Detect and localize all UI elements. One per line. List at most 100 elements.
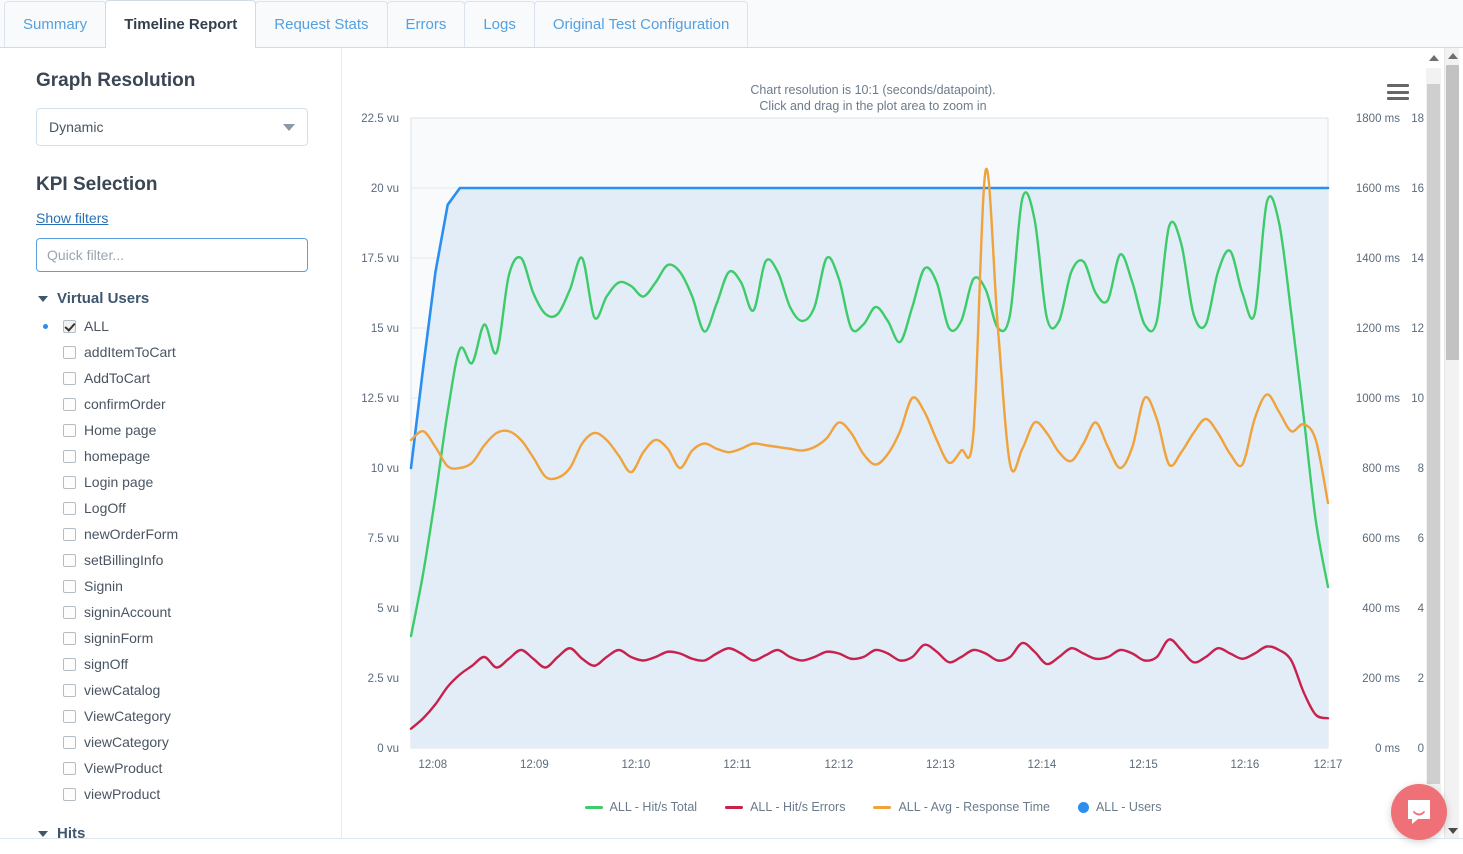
kpi-checkbox[interactable] — [63, 345, 76, 359]
y-axis-tick-label-ms: 600 ms — [1362, 533, 1400, 545]
tab-logs[interactable]: Logs — [464, 1, 535, 47]
kpi-item-viewproduct[interactable]: viewProduct — [36, 781, 306, 807]
chat-bubble-icon — [1408, 800, 1430, 824]
kpi-item-label: Home page — [84, 422, 157, 438]
kpi-checkbox[interactable] — [63, 319, 76, 333]
kpi-item-additemtocart[interactable]: addItemToCart — [36, 339, 306, 365]
kpi-checkbox[interactable] — [63, 397, 76, 411]
kpi-checkbox[interactable] — [63, 371, 76, 385]
kpi-item-neworderform[interactable]: newOrderForm — [36, 521, 306, 547]
kpi-item-viewcatalog[interactable]: viewCatalog — [36, 677, 306, 703]
y-axis-tick-label-vu: 12.5 vu — [361, 393, 399, 405]
chart-legend: ALL - Hit/s Total ALL - Hit/s Errors ALL -… — [343, 800, 1403, 814]
y-axis-tick-label-vu: 22.5 vu — [361, 113, 399, 125]
tab-original-test-configuration[interactable]: Original Test Configuration — [533, 1, 749, 47]
kpi-group-hits[interactable]: Hits — [38, 825, 306, 838]
kpi-item-label: AddToCart — [84, 370, 151, 386]
kpi-group-virtual-users[interactable]: Virtual Users — [38, 290, 306, 307]
series-area-users — [411, 188, 1328, 748]
y-axis-tick-label-ms: 400 ms — [1362, 603, 1400, 615]
kpi-item-label: setBillingInfo — [84, 552, 164, 568]
kpi-item-viewcategory[interactable]: viewCategory — [36, 729, 306, 755]
tab-timeline-report[interactable]: Timeline Report — [105, 0, 257, 48]
kpi-item-signinaccount[interactable]: signinAccount — [36, 599, 306, 625]
kpi-checkbox[interactable] — [63, 449, 76, 463]
chart-scroll-up-arrow[interactable] — [1426, 50, 1441, 65]
kpi-item-setbillinginfo[interactable]: setBillingInfo — [36, 547, 306, 573]
kpi-checkbox[interactable] — [63, 761, 76, 775]
quick-filter-input[interactable] — [36, 238, 308, 272]
chat-widget-button[interactable] — [1391, 784, 1447, 840]
kpi-item-viewproduct[interactable]: ViewProduct — [36, 755, 306, 781]
graph-resolution-title: Graph Resolution — [36, 70, 196, 91]
kpi-item-confirmorder[interactable]: confirmOrder — [36, 391, 306, 417]
kpi-checkbox[interactable] — [63, 553, 76, 567]
y-axis-tick-label-hits: 2 — [1418, 673, 1424, 685]
kpi-item-addtocart[interactable]: AddToCart — [36, 365, 306, 391]
kpi-checkbox[interactable] — [63, 709, 76, 723]
kpi-checkbox[interactable] — [63, 501, 76, 515]
legend-marker-icon — [725, 805, 744, 809]
y-axis-tick-label-ms: 1600 ms — [1356, 183, 1400, 195]
legend-item[interactable]: ALL - Avg - Response Time — [873, 800, 1050, 814]
chart-scrollbar[interactable] — [1426, 54, 1441, 828]
y-axis-tick-label-hits: 4 — [1418, 603, 1425, 615]
x-axis-tick-label: 12:10 — [621, 759, 650, 768]
kpi-item-signin[interactable]: Signin — [36, 573, 306, 599]
kpi-item-label: viewCategory — [84, 734, 169, 750]
kpi-checkbox[interactable] — [63, 631, 76, 645]
tab-summary[interactable]: Summary — [4, 1, 107, 47]
y-axis-tick-label-vu: 7.5 vu — [368, 533, 399, 545]
main-tabbar: Summary Timeline Report Request Stats Error… — [0, 0, 1463, 48]
kpi-item-viewcategory[interactable]: ViewCategory — [36, 703, 306, 729]
kpi-item-all[interactable]: ALL — [36, 313, 306, 339]
kpi-item-label: homepage — [84, 448, 151, 464]
hamburger-menu-icon[interactable] — [1387, 84, 1409, 100]
tab-request-stats[interactable]: Request Stats — [255, 1, 388, 47]
x-axis-tick-label: 12:15 — [1129, 759, 1158, 768]
graph-resolution-select[interactable]: Dynamic — [36, 108, 308, 146]
kpi-item-signoff[interactable]: signOff — [36, 651, 306, 677]
y-axis-tick-label-hits: 0 — [1418, 743, 1424, 755]
legend-label: ALL - Hit/s Errors — [750, 800, 846, 814]
kpi-checkbox[interactable] — [63, 527, 76, 541]
kpi-checkbox[interactable] — [63, 579, 76, 593]
kpi-item-label: ViewCategory — [84, 708, 171, 724]
y-axis-tick-label-vu: 2.5 vu — [368, 673, 399, 685]
chevron-down-icon — [283, 123, 295, 131]
kpi-selection-title: KPI Selection — [36, 174, 158, 195]
kpi-checkbox[interactable] — [63, 605, 76, 619]
kpi-checkbox[interactable] — [63, 683, 76, 697]
show-filters-link[interactable]: Show filters — [36, 210, 108, 226]
kpi-item-homepage[interactable]: homepage — [36, 443, 306, 469]
legend-marker-icon — [584, 805, 603, 809]
kpi-item-signinform[interactable]: signinForm — [36, 625, 306, 651]
kpi-item-home-page[interactable]: Home page — [36, 417, 306, 443]
page-bottom-divider — [0, 838, 1463, 854]
chart-panel: Chart resolution is 10:1 (seconds/datapo… — [343, 48, 1441, 838]
sidebar-scroll-down-arrow[interactable] — [1445, 823, 1460, 838]
kpi-item-label: ALL — [84, 318, 109, 334]
chart-resolution-line1: Chart resolution is 10:1 (seconds/datapo… — [750, 83, 996, 97]
y-axis-tick-label-vu: 5 vu — [377, 603, 399, 615]
legend-marker-icon — [873, 805, 892, 809]
kpi-item-login-page[interactable]: Login page — [36, 469, 306, 495]
timeline-chart[interactable]: 0 vu 2.5 vu 5 vu 7.5 vu 10 vu 12.5 vu 15 vu 17.… — [343, 48, 1441, 768]
sidebar-scroll-up-arrow[interactable] — [1445, 48, 1460, 63]
kpi-checkbox[interactable] — [63, 787, 76, 801]
kpi-checkbox[interactable] — [63, 475, 76, 489]
legend-item[interactable]: ALL - Hit/s Total — [584, 800, 697, 814]
kpi-checkbox[interactable] — [63, 735, 76, 749]
sidebar-scrollbar-thumb[interactable] — [1446, 65, 1459, 360]
y-axis-tick-label-ms: 200 ms — [1362, 673, 1400, 685]
sidebar-scrollbar[interactable] — [1444, 48, 1459, 838]
triangle-down-icon — [38, 830, 48, 837]
chart-scrollbar-thumb[interactable] — [1427, 84, 1440, 784]
legend-item[interactable]: ALL - Hit/s Errors — [725, 800, 845, 814]
tab-errors[interactable]: Errors — [386, 1, 466, 47]
legend-item[interactable]: ALL - Users — [1077, 800, 1161, 814]
kpi-checkbox[interactable] — [63, 657, 76, 671]
kpi-item-logoff[interactable]: LogOff — [36, 495, 306, 521]
kpi-checkbox[interactable] — [63, 423, 76, 437]
graph-resolution-value: Dynamic — [49, 119, 104, 135]
